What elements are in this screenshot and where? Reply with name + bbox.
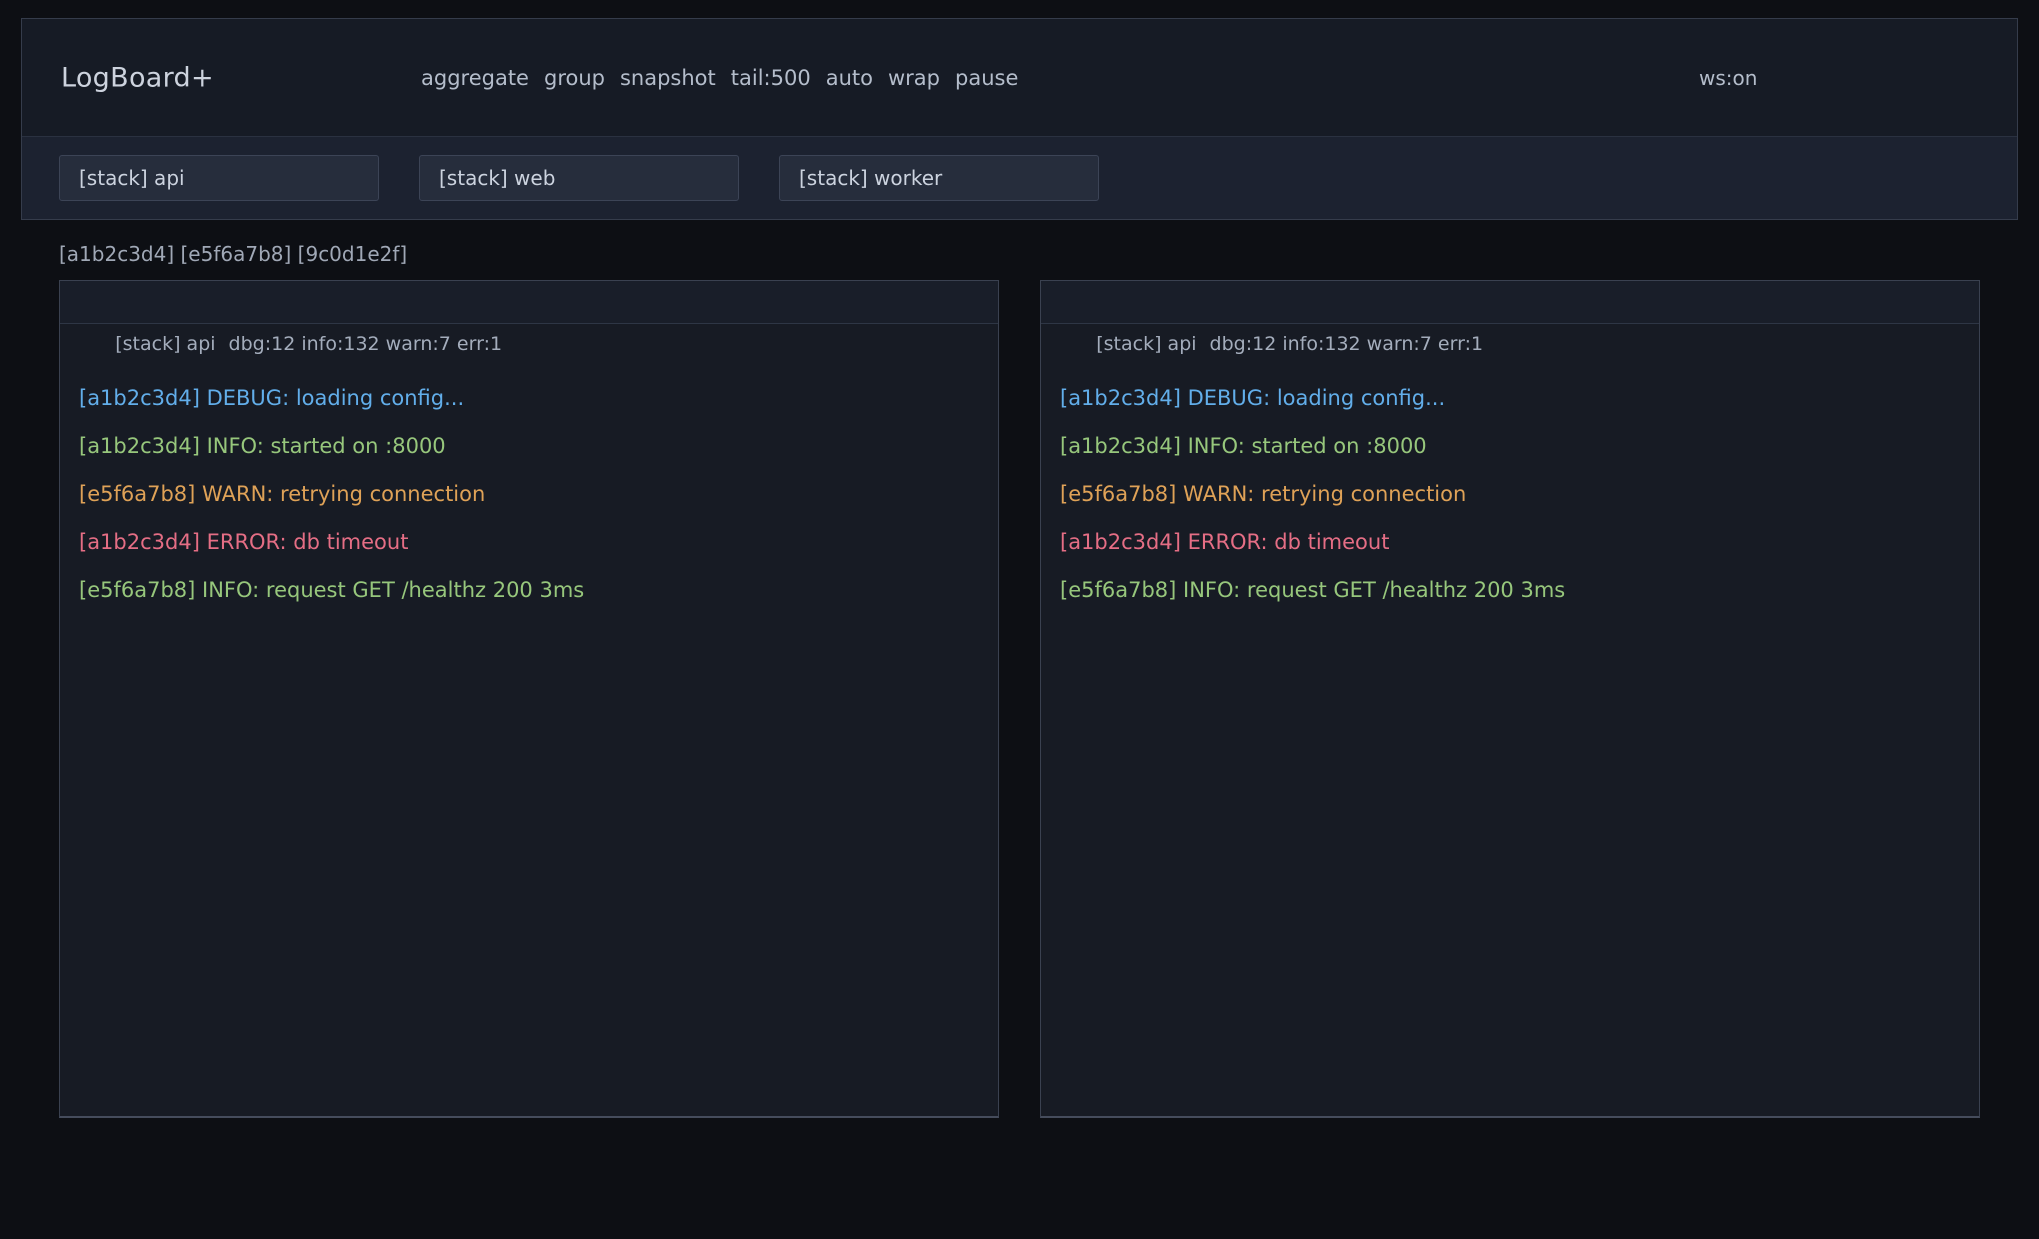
panel-source-label: [stack] api (115, 333, 215, 355)
log-line: [a1b2c3d4] DEBUG: loading config... (1060, 374, 1960, 422)
panel-level-stats: dbg:12 info:132 warn:7 err:1 (229, 333, 503, 355)
ws-status-badge[interactable]: ws:on (1699, 66, 1757, 90)
app-header: LogBoard+ aggregate group snapshot tail:… (22, 19, 2017, 137)
toolbar: aggregate group snapshot tail:500 auto w… (421, 66, 1018, 90)
top-bar-container: LogBoard+ aggregate group snapshot tail:… (21, 18, 2018, 220)
log-panel-header: [stack] apidbg:12 info:132 warn:7 err:1 (1041, 281, 1979, 324)
log-line: [a1b2c3d4] INFO: started on :8000 (1060, 422, 1960, 470)
log-panel-header: [stack] apidbg:12 info:132 warn:7 err:1 (60, 281, 998, 324)
log-panel-body: [a1b2c3d4] DEBUG: loading config... [a1b… (60, 324, 998, 614)
log-line: [a1b2c3d4] ERROR: db timeout (1060, 518, 1960, 566)
trace-id-filters: [a1b2c3d4] [e5f6a7b8] [9c0d1e2f] (59, 240, 407, 268)
log-line: [e5f6a7b8] INFO: request GET /healthz 20… (79, 566, 979, 614)
stack-tab-worker[interactable]: [stack] worker (779, 155, 1099, 201)
log-panel-left: [stack] apidbg:12 info:132 warn:7 err:1 … (59, 280, 999, 1118)
log-line: [e5f6a7b8] WARN: retrying connection (79, 470, 979, 518)
stack-tab-row: [stack] api [stack] web [stack] worker (22, 137, 2017, 219)
panel-level-stats: dbg:12 info:132 warn:7 err:1 (1210, 333, 1484, 355)
toolbar-item-aggregate[interactable]: aggregate (421, 66, 529, 90)
toolbar-item-tail[interactable]: tail:500 (731, 66, 811, 90)
toolbar-item-group[interactable]: group (544, 66, 605, 90)
toolbar-item-pause[interactable]: pause (955, 66, 1018, 90)
log-line: [e5f6a7b8] WARN: retrying connection (1060, 470, 1960, 518)
toolbar-item-snapshot[interactable]: snapshot (620, 66, 716, 90)
log-line: [a1b2c3d4] ERROR: db timeout (79, 518, 979, 566)
log-panels: [stack] apidbg:12 info:132 warn:7 err:1 … (59, 280, 1980, 1118)
stack-tab-api[interactable]: [stack] api (59, 155, 379, 201)
panel-source-label: [stack] api (1096, 333, 1196, 355)
app-title: LogBoard+ (61, 62, 214, 93)
log-panel-body: [a1b2c3d4] DEBUG: loading config... [a1b… (1041, 324, 1979, 614)
log-line: [a1b2c3d4] DEBUG: loading config... (79, 374, 979, 422)
log-panel-right: [stack] apidbg:12 info:132 warn:7 err:1 … (1040, 280, 1980, 1118)
stack-tab-web[interactable]: [stack] web (419, 155, 739, 201)
toolbar-item-wrap[interactable]: wrap (888, 66, 940, 90)
log-line: [a1b2c3d4] INFO: started on :8000 (79, 422, 979, 470)
toolbar-item-auto[interactable]: auto (826, 66, 873, 90)
log-line: [e5f6a7b8] INFO: request GET /healthz 20… (1060, 566, 1960, 614)
